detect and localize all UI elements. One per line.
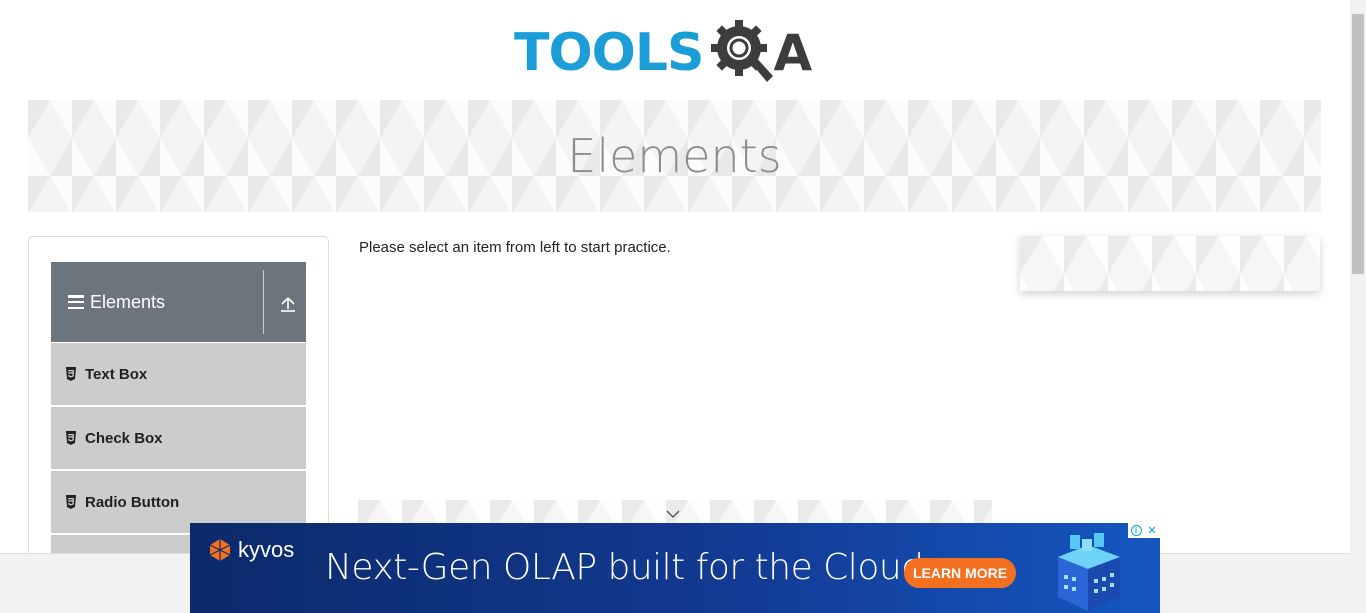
close-icon[interactable]: ✕ xyxy=(1144,523,1160,538)
header-divider xyxy=(263,270,264,334)
html5-icon xyxy=(66,495,76,509)
html5-icon xyxy=(66,431,76,445)
collapse-up-icon[interactable] xyxy=(279,295,297,313)
gear-magnifier-icon xyxy=(711,20,774,82)
ad-choices[interactable]: i ✕ xyxy=(1128,523,1160,538)
logo-suffix: A xyxy=(773,24,813,82)
ad-brand-name: kyvos xyxy=(238,537,295,562)
scrollbar-thumb[interactable] xyxy=(1352,14,1364,274)
instruction-text: Please select an item from left to start… xyxy=(359,239,671,256)
learn-more-button[interactable]: LEARN MORE xyxy=(904,558,1016,588)
menu-item-check-box[interactable]: Check Box xyxy=(51,407,306,469)
logo-text: TOOLS xyxy=(514,23,704,83)
group-header-elements[interactable]: Elements xyxy=(51,262,306,342)
hamburger-icon xyxy=(68,295,84,309)
page-banner: Elements xyxy=(28,100,1321,212)
kyvos-logo-icon xyxy=(209,539,231,561)
toolsqa-logo[interactable]: TOOLS A xyxy=(514,16,812,90)
side-ad-placeholder xyxy=(1020,236,1320,291)
page-title: Elements xyxy=(567,129,782,183)
group-title: Elements xyxy=(90,291,166,312)
ad-headline: Next-Gen OLAP built for the Cloud xyxy=(325,547,924,588)
bottom-advertisement[interactable]: kyvos Next-Gen OLAP built for the Cloud … xyxy=(190,523,1160,613)
adchoices-icon[interactable]: i xyxy=(1128,523,1144,538)
ad-brand: kyvos xyxy=(208,537,294,563)
cloud-cube-illustration-icon xyxy=(1058,533,1120,611)
menu-item-label: Check Box xyxy=(85,429,163,447)
html5-icon xyxy=(66,367,76,381)
vertical-scrollbar[interactable] xyxy=(1350,0,1366,613)
menu-item-label: Text Box xyxy=(85,365,148,383)
chevron-down-icon[interactable] xyxy=(666,510,680,518)
menu-item-label: Radio Button xyxy=(85,493,180,511)
menu-item-text-box[interactable]: Text Box xyxy=(51,343,306,405)
